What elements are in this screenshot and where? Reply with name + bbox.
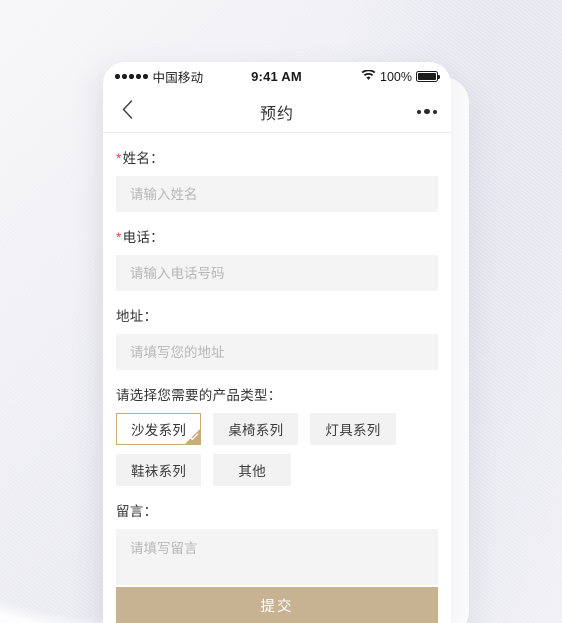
field-address: 地址： (116, 305, 438, 370)
product-type-chip-label: 桌椅系列 (228, 423, 284, 438)
chevron-left-icon (122, 99, 133, 124)
name-input[interactable] (116, 176, 438, 212)
phone-mockup: 中国移动 9:41 AM 100% 预约 *姓名： 请输入姓名 *电话： 请输入… (103, 62, 451, 623)
message-textarea[interactable] (116, 529, 438, 585)
product-type-chip-label: 其他 (238, 464, 266, 479)
field-message: 留言： (116, 500, 438, 590)
more-dot-middle (424, 108, 430, 115)
product-type-chip[interactable]: 鞋袜系列 (116, 454, 202, 486)
carrier-label: 中国移动 (152, 71, 204, 85)
wifi-icon (361, 68, 376, 84)
product-type-chip-label: 沙发系列 (131, 423, 187, 438)
page-title: 预约 (259, 105, 294, 123)
battery-percent-label: 100% (380, 69, 412, 84)
product-type-chip-group: 沙发系列 桌椅系列 灯具系列鞋袜系列 其他 (116, 413, 438, 486)
navigation-bar: 预约 (103, 91, 451, 133)
scene-background: 中国移动 9:41 AM 100% 预约 *姓名： 请输入姓名 *电话： 请输入… (0, 0, 562, 623)
more-dot-left (416, 109, 421, 114)
status-bar-left: 中国移动 (115, 67, 251, 86)
chip-selected-check-icon (185, 429, 201, 444)
field-product-type-label: 请选择您需要的产品类型： (116, 388, 282, 403)
submit-button[interactable]: 提交 (116, 587, 438, 623)
required-marker: * (116, 151, 122, 166)
battery-full-icon (416, 71, 440, 82)
back-button[interactable] (113, 98, 141, 126)
product-type-chip-label: 鞋袜系列 (131, 464, 187, 479)
address-input[interactable] (116, 334, 438, 370)
field-message-label: 留言： (116, 504, 158, 519)
field-product-type: 请选择您需要的产品类型： 沙发系列 桌椅系列 灯具系列鞋袜系列 其他 (116, 384, 438, 486)
more-options-button[interactable] (407, 103, 437, 121)
product-type-chip[interactable]: 灯具系列 (310, 413, 396, 445)
field-name-label-text: 姓名： (122, 151, 164, 166)
status-bar-right: 100% (302, 68, 440, 84)
field-name: *姓名： (116, 147, 438, 212)
product-type-chip[interactable]: 桌椅系列 (213, 413, 299, 445)
field-name-label: *姓名： (116, 147, 438, 167)
more-dot-right (433, 109, 437, 114)
field-phone-label: *电话： (116, 226, 438, 246)
product-type-chip[interactable]: 其他 (213, 454, 292, 486)
field-address-label: 地址： (116, 309, 158, 324)
product-type-chip-label: 灯具系列 (325, 423, 381, 438)
status-bar-time: 9:41 AM (251, 69, 302, 84)
field-phone-label-text: 电话： (122, 230, 164, 245)
signal-strength-icon (115, 74, 148, 79)
field-phone: *电话： (116, 226, 438, 291)
product-type-chip[interactable]: 沙发系列 (116, 413, 202, 445)
phone-input[interactable] (116, 255, 438, 291)
appointment-form: *姓名： *电话： 地址： 请选择您需要的产品类型： 沙发系列桌椅系列灯具系列鞋… (103, 133, 451, 590)
status-bar: 中国移动 9:41 AM 100% (103, 62, 451, 91)
required-marker: * (116, 230, 122, 245)
